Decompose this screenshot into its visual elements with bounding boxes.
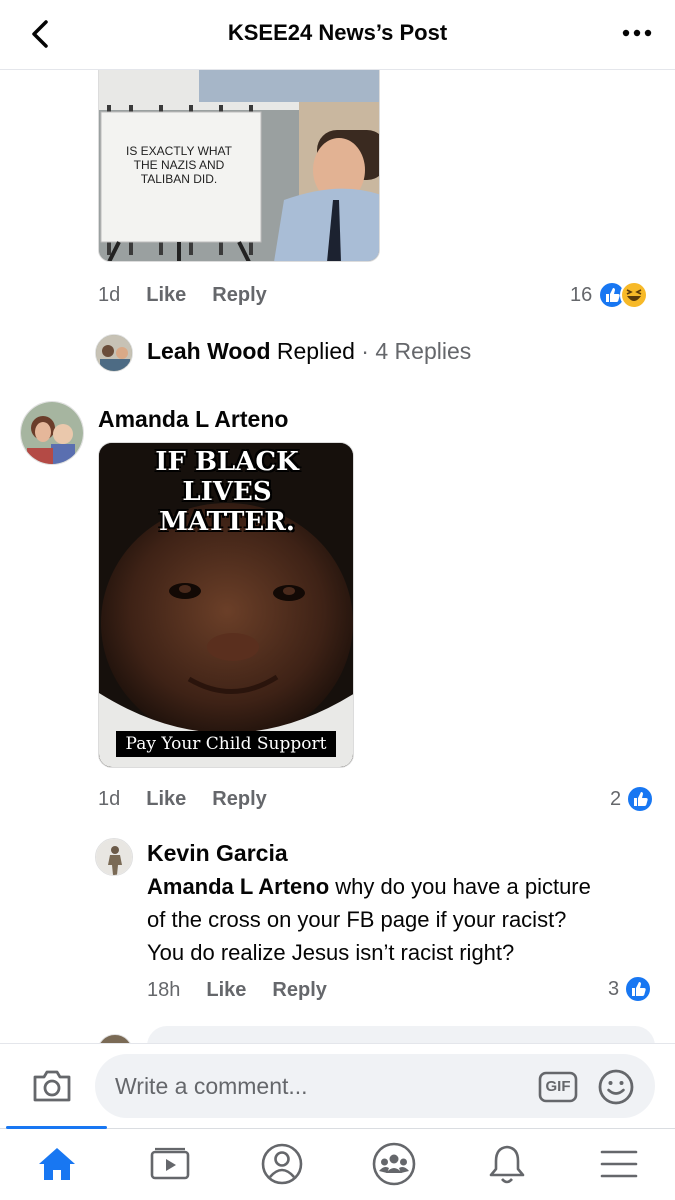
more-dots-icon — [622, 29, 652, 37]
comment-author-name[interactable]: Amanda L Arteno — [98, 406, 288, 433]
page-title: KSEE24 News’s Post — [227, 20, 448, 45]
gif-button[interactable]: GIF — [538, 1071, 578, 1103]
comment-time: 1d — [98, 788, 121, 810]
comment-time: 18h — [147, 979, 181, 1001]
reply-button[interactable]: Reply — [212, 284, 266, 307]
comment-actions: 18h Like Reply — [147, 979, 327, 1002]
tab-home[interactable] — [32, 1141, 82, 1187]
gif-label: GIF — [545, 1078, 571, 1095]
comment-text-line: why do you have a picture — [335, 874, 591, 899]
groups-icon — [372, 1142, 416, 1186]
reaction-count: 3 — [608, 977, 620, 1000]
reply-button[interactable]: Reply — [272, 979, 326, 1002]
like-button[interactable]: Like — [206, 979, 246, 1002]
reply-author-name[interactable]: Leah Wood — [147, 338, 271, 364]
like-button[interactable]: Like — [146, 284, 186, 307]
bell-icon — [489, 1145, 525, 1184]
comment-text-line: of the cross on your FB page if your rac… — [147, 907, 567, 932]
menu-icon — [600, 1150, 638, 1178]
tab-groups[interactable] — [369, 1141, 419, 1187]
comment-actions: 1d Like Reply — [98, 284, 267, 307]
replies-count[interactable]: 4 Replies — [375, 338, 471, 364]
amanda-avatar-image — [21, 402, 83, 464]
like-button[interactable]: Like — [146, 788, 186, 811]
emoji-icon — [598, 1069, 634, 1105]
more-options-button[interactable] — [617, 18, 657, 48]
reaction-count: 2 — [610, 787, 622, 810]
leah-wood-avatar-image — [96, 335, 132, 371]
reaction-summary[interactable]: 2 — [610, 785, 655, 813]
haha-reaction-icon — [620, 281, 649, 309]
reply-button[interactable]: Reply — [212, 788, 266, 811]
tab-notifications[interactable] — [482, 1141, 532, 1187]
reaction-summary[interactable]: 3 — [608, 975, 653, 1003]
tab-profile[interactable] — [257, 1141, 307, 1187]
avatar[interactable] — [20, 401, 84, 465]
bottom-tab-bar — [0, 1126, 675, 1200]
mention-link[interactable]: Amanda L Arteno — [147, 874, 329, 899]
comment-text-line: You do realize Jesus isn’t racist right? — [147, 940, 515, 965]
reaction-summary[interactable]: 16 — [570, 281, 649, 309]
separator-dot: · — [361, 338, 369, 364]
avatar[interactable] — [95, 334, 133, 372]
home-icon — [39, 1148, 75, 1180]
meme-bottom-caption: Pay Your Child Support — [116, 731, 336, 757]
camera-button[interactable] — [30, 1066, 74, 1106]
comment-composer: GIF — [0, 1043, 675, 1128]
comment-actions: 1d Like Reply — [98, 788, 267, 811]
comment-image-meme-office[interactable]: IS EXACTLY WHAT THE NAZIS AND TALIBAN DI… — [98, 70, 380, 262]
replied-label: Replied — [276, 338, 355, 364]
meme-top-caption: IF BLACK LIVES MATTER. — [155, 447, 299, 537]
tab-watch[interactable] — [145, 1141, 195, 1187]
tab-menu[interactable] — [594, 1141, 644, 1187]
profile-icon — [261, 1143, 303, 1185]
camera-icon — [33, 1070, 71, 1102]
comment-time: 1d — [98, 284, 121, 306]
reaction-count: 16 — [570, 283, 593, 306]
avatar[interactable] — [95, 838, 133, 876]
replies-summary[interactable]: Leah Wood Replied · 4 Replies — [147, 338, 471, 365]
emoji-button[interactable] — [597, 1068, 635, 1106]
kevin-avatar-image — [96, 839, 132, 875]
video-icon — [150, 1147, 190, 1180]
like-reaction-icon — [626, 785, 655, 813]
office-meme-caption: IS EXACTLY WHAT THE NAZIS AND TALIBAN DI… — [125, 144, 233, 186]
top-nav-bar: KSEE24 News’s Post — [0, 0, 675, 70]
comment-author-name[interactable]: Kevin Garcia — [147, 840, 288, 867]
comment-image-meme-child[interactable]: IF BLACK LIVES MATTER. Pay Your Child Su… — [98, 442, 354, 768]
like-reaction-icon — [624, 975, 653, 1003]
active-tab-indicator — [6, 1126, 107, 1129]
comment-body: Amanda L Arteno why do you have a pictur… — [147, 870, 667, 969]
